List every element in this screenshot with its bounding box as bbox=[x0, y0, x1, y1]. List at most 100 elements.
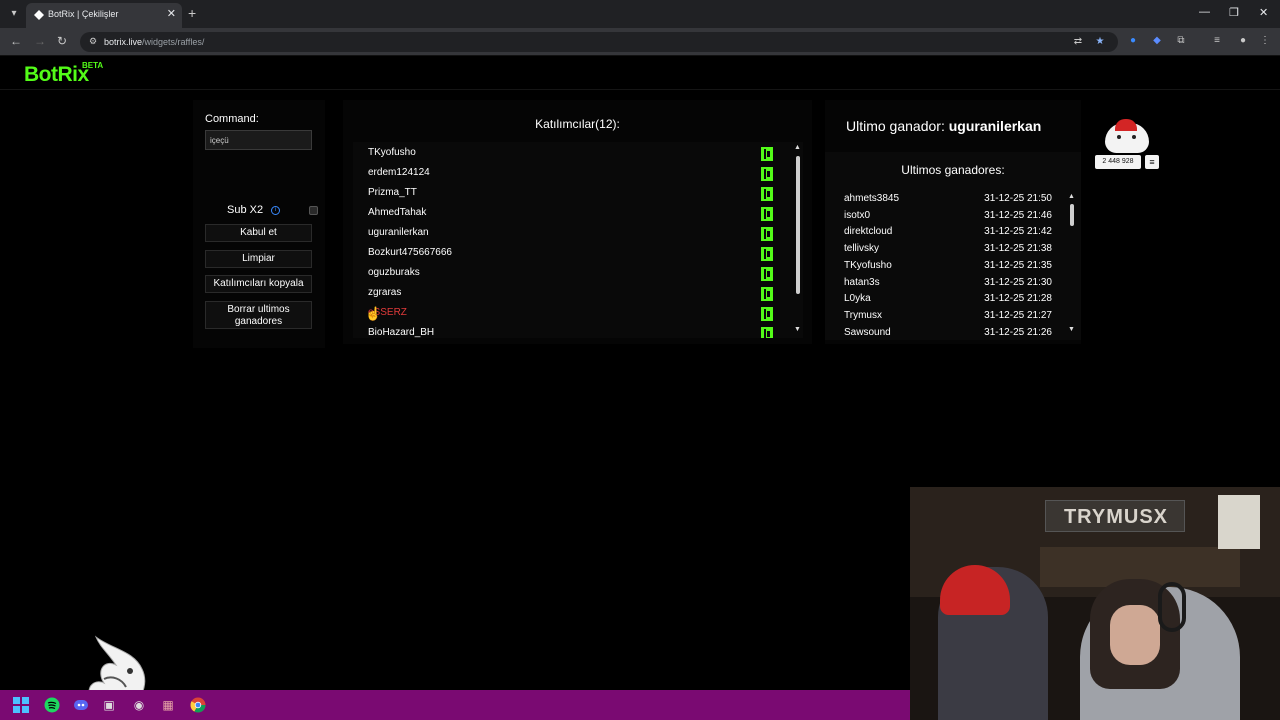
beta-badge: BETA bbox=[82, 61, 104, 70]
winners-scroll-thumb[interactable] bbox=[1070, 204, 1074, 226]
back-icon[interactable]: ← bbox=[10, 34, 22, 48]
winner-date: 31-12-25 21:50 bbox=[984, 193, 1052, 204]
kick-icon bbox=[761, 327, 773, 338]
spotify-icon[interactable] bbox=[44, 697, 60, 713]
winner-name: direktcloud bbox=[844, 226, 893, 238]
participant-name: uguranilerkan bbox=[368, 227, 429, 238]
star-icon[interactable]: ★ bbox=[1094, 36, 1106, 48]
extension-shield-icon[interactable]: ◆ bbox=[1151, 35, 1163, 47]
address-bar[interactable]: ⚙ botrix.live/widgets/raffles/ ⇄ ★ bbox=[80, 32, 1118, 52]
delete-winners-button[interactable]: Borrar ultimos ganadores bbox=[205, 301, 312, 329]
new-tab-button[interactable]: + bbox=[188, 5, 196, 21]
participant-name: oguzburaks bbox=[368, 267, 420, 278]
kick-icon bbox=[761, 207, 773, 221]
participants-list[interactable]: TKyofusho erdem124124 Prizma_TT AhmedTahak u… bbox=[353, 142, 803, 338]
winner-date: 31-12-25 21:35 bbox=[984, 259, 1052, 271]
maximize-icon[interactable]: ❐ bbox=[1229, 6, 1239, 19]
reload-icon[interactable]: ↻ bbox=[57, 34, 67, 48]
app-icon[interactable]: ▣ bbox=[101, 697, 117, 713]
info-icon[interactable]: i bbox=[271, 206, 280, 215]
winner-date: 31-12-25 21:28 bbox=[984, 293, 1052, 305]
browser-toolbar: ← → ↻ ⚙ botrix.live/widgets/raffles/ ⇄ ★… bbox=[0, 28, 1280, 56]
command-input[interactable] bbox=[205, 130, 312, 150]
taskbar: ▣ ◉ ▦ bbox=[0, 690, 910, 720]
participant-name: AhmedTahak bbox=[368, 207, 427, 218]
forward-icon[interactable]: → bbox=[34, 34, 46, 48]
sticker-menu-icon: ≡ bbox=[1145, 155, 1159, 169]
browser-tab[interactable]: BotRix | Çekilişler ✕ bbox=[26, 3, 182, 28]
kick-icon bbox=[761, 267, 773, 281]
stream-sticker: 2 448 928 ≡ bbox=[1095, 119, 1159, 173]
participant-row[interactable]: BioHazard_BH bbox=[353, 323, 793, 338]
scroll-thumb[interactable] bbox=[796, 156, 800, 294]
kick-icon bbox=[761, 247, 773, 261]
participant-row[interactable]: oguzburaks bbox=[353, 263, 793, 283]
kick-icon bbox=[761, 187, 773, 201]
winner-name: isotx0 bbox=[844, 209, 871, 221]
winner-row: hatan3s 31-12-25 21:30 bbox=[844, 276, 1058, 292]
webcam-overlay: TRYMUSX bbox=[910, 487, 1280, 720]
winner-name: hatan3s bbox=[844, 276, 880, 288]
extensions-icon[interactable]: ⧉ bbox=[1175, 35, 1187, 47]
sub-x2-label: Sub X2 bbox=[227, 204, 264, 216]
site-info-icon[interactable]: ⚙ bbox=[89, 36, 97, 47]
app-icon[interactable]: ◉ bbox=[131, 697, 147, 713]
winner-name: Trymusx bbox=[844, 309, 882, 321]
kick-icon bbox=[761, 287, 773, 301]
kick-icon bbox=[761, 167, 773, 181]
windows-start-icon[interactable] bbox=[13, 697, 29, 713]
webcam-banner: TRYMUSX bbox=[1045, 500, 1185, 532]
botrix-logo[interactable]: BotRix bbox=[24, 63, 89, 87]
photos-icon[interactable]: ▦ bbox=[160, 697, 176, 713]
copy-participants-button[interactable]: Katılımcıları kopyala bbox=[205, 275, 312, 293]
kick-icon bbox=[761, 147, 773, 161]
winner-row: TKyofusho 31-12-25 21:35 bbox=[844, 259, 1058, 275]
participant-row[interactable]: uguranilerkan bbox=[353, 223, 793, 243]
participant-row[interactable]: AhmedTahak bbox=[353, 203, 793, 223]
participant-row[interactable]: erdem124124 bbox=[353, 163, 793, 183]
last-winner-name: uguranilerkan bbox=[948, 118, 1042, 134]
botrix-favicon-icon bbox=[34, 10, 44, 20]
window-close-icon[interactable]: ✕ bbox=[1259, 6, 1268, 19]
participant-row[interactable]: eSSERZ bbox=[353, 303, 793, 323]
scroll-up-icon[interactable]: ▲ bbox=[794, 144, 801, 151]
tab-search-icon[interactable]: ▾ bbox=[6, 6, 22, 22]
translate-icon[interactable]: ⇄ bbox=[1072, 36, 1084, 48]
minimize-icon[interactable]: — bbox=[1199, 6, 1210, 18]
wall-poster bbox=[1218, 495, 1260, 549]
sub-x2-checkbox[interactable] bbox=[309, 206, 318, 215]
winner-name: tellivsky bbox=[844, 243, 880, 255]
winner-row: L0yka 31-12-25 21:28 bbox=[844, 292, 1058, 308]
profile-icon[interactable]: ● bbox=[1237, 35, 1249, 47]
winner-name: ahmets3845 bbox=[844, 193, 900, 204]
url-text: botrix.live/widgets/raffles/ bbox=[104, 37, 205, 47]
participant-row[interactable]: TKyofusho bbox=[353, 143, 793, 163]
winner-date: 31-12-25 21:27 bbox=[984, 309, 1052, 321]
winner-row: tellivsky 31-12-25 21:38 bbox=[844, 242, 1058, 258]
winner-name: Sawsound bbox=[844, 326, 891, 338]
participant-name: BioHazard_BH bbox=[368, 327, 435, 338]
participants-scrollbar[interactable]: ▲ ▼ bbox=[794, 142, 802, 338]
tab-close-icon[interactable]: ✕ bbox=[167, 7, 176, 20]
winners-scroll-down-icon[interactable]: ▼ bbox=[1068, 326, 1075, 333]
winners-list[interactable]: Ultimos ganadores: ahmets3845 31-12-25 21… bbox=[825, 152, 1081, 340]
headset bbox=[1158, 582, 1186, 632]
extension-blue-icon[interactable]: ● bbox=[1127, 35, 1139, 47]
sticker-counter: 2 448 928 bbox=[1095, 155, 1141, 169]
winners-scroll-up-icon[interactable]: ▲ bbox=[1068, 193, 1075, 200]
reading-list-icon[interactable]: ≡ bbox=[1211, 35, 1223, 47]
winner-date: 31-12-25 21:26 bbox=[984, 326, 1052, 338]
winner-date: 31-12-25 21:46 bbox=[984, 209, 1052, 221]
winner-date: 31-12-25 21:38 bbox=[984, 243, 1052, 255]
discord-icon[interactable] bbox=[73, 697, 89, 713]
participant-row[interactable]: zgraras bbox=[353, 283, 793, 303]
clear-button[interactable]: Limpiar bbox=[205, 250, 312, 268]
participant-row[interactable]: Bozkurt475667666 bbox=[353, 243, 793, 263]
participant-name: TKyofusho bbox=[368, 147, 416, 158]
participant-row[interactable]: Prizma_TT bbox=[353, 183, 793, 203]
menu-icon[interactable]: ⋮ bbox=[1259, 35, 1271, 47]
scroll-down-icon[interactable]: ▼ bbox=[794, 326, 801, 333]
kick-icon bbox=[761, 227, 773, 241]
chrome-icon[interactable] bbox=[190, 697, 206, 713]
accept-button[interactable]: Kabul et bbox=[205, 224, 312, 242]
